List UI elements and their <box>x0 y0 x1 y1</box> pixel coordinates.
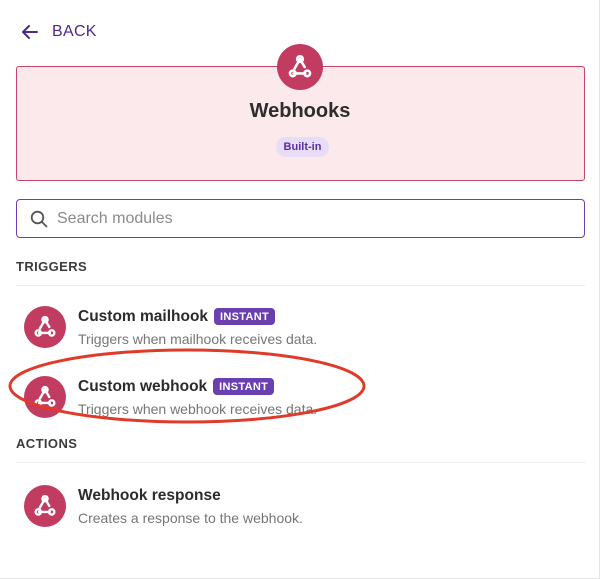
search-icon <box>30 210 48 227</box>
module-custom-mailhook[interactable]: Custom mailhook INSTANT Triggers when ma… <box>24 302 584 352</box>
webhook-glyph-icon <box>288 54 312 78</box>
back-label: BACK <box>52 23 97 40</box>
webhooks-logo-icon <box>24 376 66 418</box>
section-triggers-header: TRIGGERS <box>16 259 88 274</box>
module-title: Custom webhook <box>78 377 208 395</box>
webhooks-logo-icon <box>24 306 66 348</box>
instant-badge: INSTANT <box>213 378 275 395</box>
webhooks-logo-icon <box>24 485 66 527</box>
webhook-glyph-icon <box>34 385 56 407</box>
module-title: Webhook response <box>78 486 221 504</box>
webhooks-module-picker: BACK Webhooks Built-in TRIGGERS <box>0 0 600 579</box>
search-box[interactable] <box>16 199 585 238</box>
builtin-badge: Built-in <box>276 137 329 157</box>
module-webhook-response[interactable]: Webhook response Creates a response to t… <box>24 481 584 531</box>
module-description: Creates a response to the webhook. <box>78 509 303 526</box>
module-description: Triggers when webhook receives data. <box>78 400 318 417</box>
webhook-glyph-icon <box>34 315 56 337</box>
section-divider <box>16 285 585 286</box>
module-custom-webhook[interactable]: Custom webhook INSTANT Triggers when web… <box>24 372 584 422</box>
app-title: Webhooks <box>249 100 351 122</box>
search-input[interactable] <box>57 209 557 228</box>
instant-badge: INSTANT <box>214 308 275 325</box>
module-title: Custom mailhook <box>78 307 209 325</box>
webhook-glyph-icon <box>34 494 56 516</box>
section-divider <box>16 462 585 463</box>
back-button[interactable]: BACK <box>22 20 97 44</box>
module-description: Triggers when mailhook receives data. <box>78 330 318 347</box>
section-actions-header: ACTIONS <box>16 436 78 451</box>
arrow-left-icon <box>22 25 38 39</box>
webhooks-logo-icon <box>277 44 323 90</box>
